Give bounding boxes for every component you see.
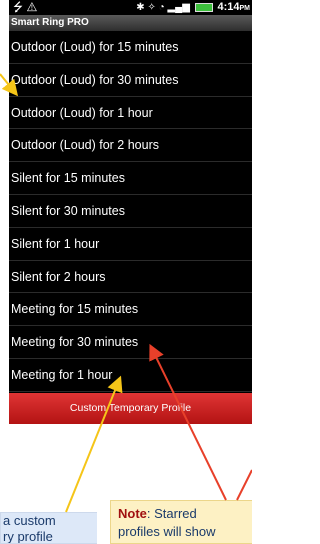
note-label: Note xyxy=(118,506,147,521)
clock-ampm: PM xyxy=(239,5,251,12)
bluetooth-icon: ✱ xyxy=(136,2,145,13)
profile-item[interactable]: Outdoor (Loud) for 15 minutes xyxy=(9,31,252,64)
callout-left-line1: a custom xyxy=(3,513,56,528)
note-text: : Starred xyxy=(146,506,197,521)
wifi-icon: ◔ xyxy=(158,2,165,13)
profile-item[interactable]: Outdoor (Loud) for 2 hours xyxy=(9,129,252,163)
battery-icon xyxy=(194,2,213,12)
custom-temporary-profile-button[interactable]: Custom Temporary Profile xyxy=(9,393,252,424)
profile-item[interactable]: Outdoor (Loud) for 30 minutes xyxy=(9,64,252,97)
profile-item[interactable]: Silent for 30 minutes xyxy=(9,195,252,228)
callout-right-line1: Note: Starred xyxy=(118,505,252,523)
callout-note: Note: Starred profiles will show xyxy=(110,500,252,544)
callout-right-line2: profiles will show xyxy=(118,524,216,539)
warning-icon: ⚠ xyxy=(26,0,38,14)
phone-screen: ⭍ ⚠ ✱ ✧ ◔ ▂▄▆ 4:14PM Smart Ring PRO Outd… xyxy=(9,0,252,424)
vibrate-icon: ✧ xyxy=(147,2,156,13)
clock-time: 4:14 xyxy=(217,1,240,13)
profile-item[interactable]: Outdoor (Loud) for 1 hour xyxy=(9,97,252,130)
profile-item[interactable]: Meeting for 30 minutes xyxy=(9,326,252,359)
callout-custom-profile: a custom ry profile xyxy=(0,512,97,544)
notification-icons: ⭍ ⚠ xyxy=(13,0,37,15)
usb-icon: ⭍ xyxy=(13,0,23,14)
profile-item[interactable]: Silent for 1 hour xyxy=(9,228,252,261)
callout-left-line2: ry profile xyxy=(3,529,53,544)
app-title: Smart Ring PRO xyxy=(9,15,252,31)
signal-icon: ▂▄▆ xyxy=(167,2,190,13)
profile-list: Outdoor (Loud) for 15 minutes Outdoor (Lo… xyxy=(9,31,252,392)
profile-item[interactable]: Meeting for 15 minutes xyxy=(9,293,252,327)
profile-item[interactable]: Silent for 2 hours xyxy=(9,261,252,294)
profile-item[interactable]: Meeting for 1 hour xyxy=(9,359,252,392)
arrow-red-2 xyxy=(236,469,252,501)
status-bar: ⭍ ⚠ ✱ ✧ ◔ ▂▄▆ 4:14PM xyxy=(9,0,252,15)
system-icons: ✱ ✧ ◔ ▂▄▆ 4:14PM xyxy=(136,0,250,16)
profile-item[interactable]: Silent for 15 minutes xyxy=(9,162,252,195)
